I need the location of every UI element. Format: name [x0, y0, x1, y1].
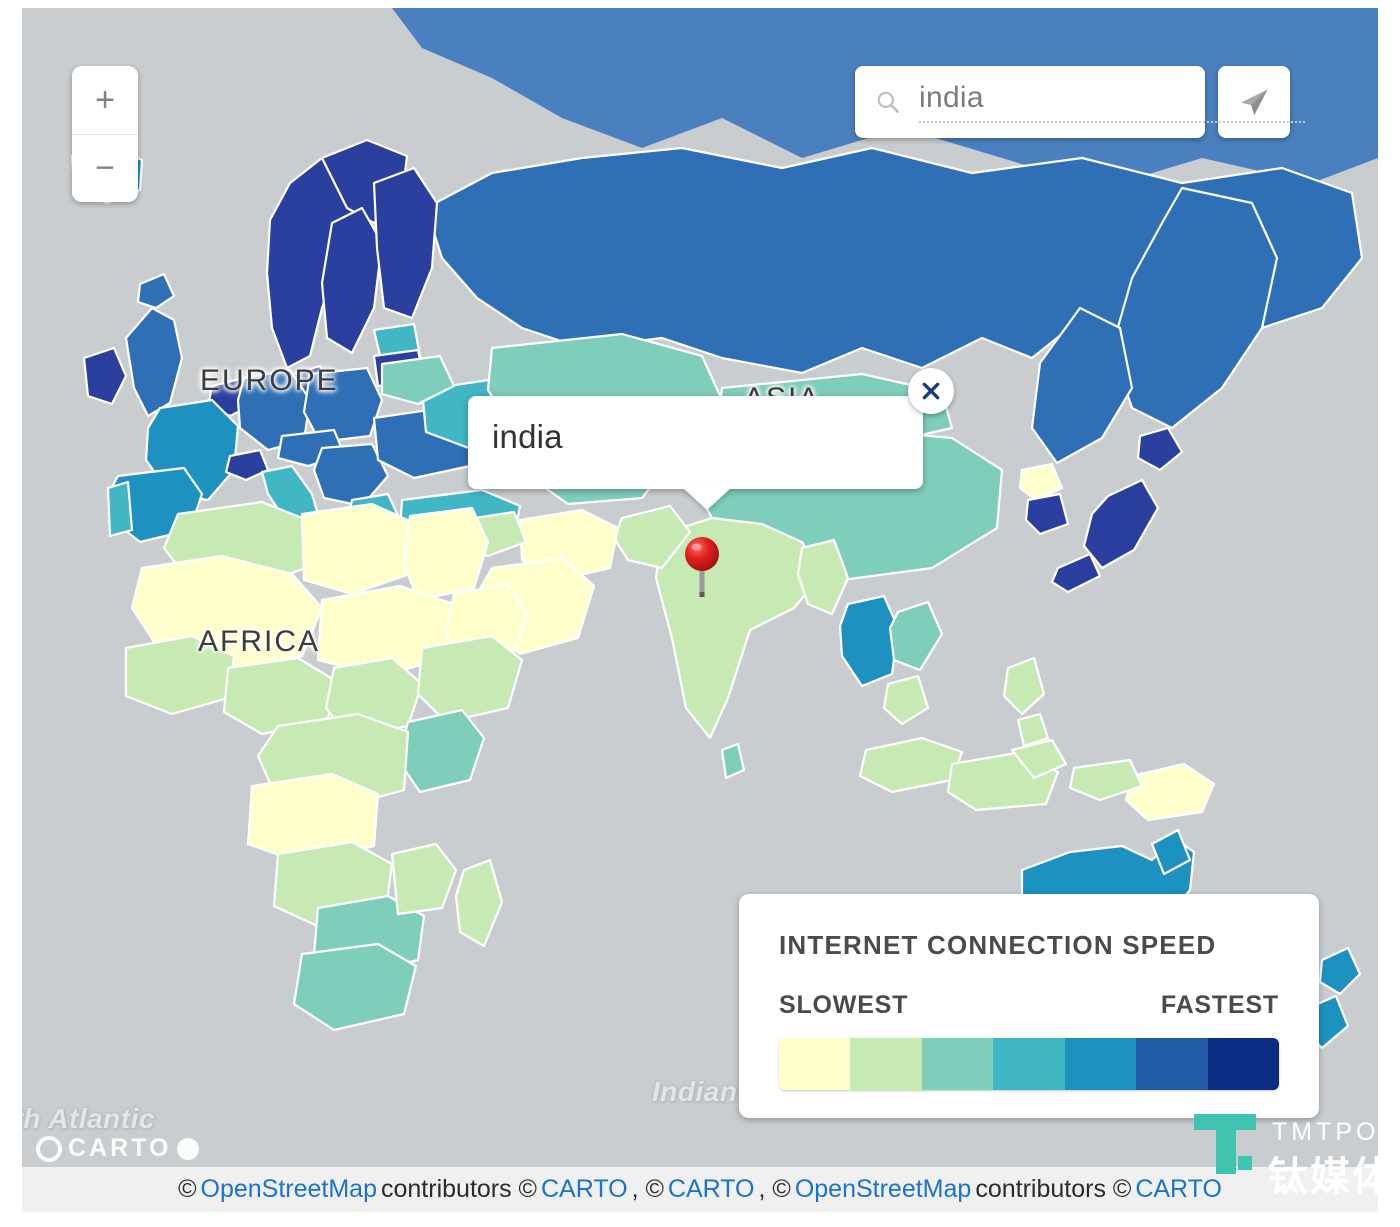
map-pin-marker[interactable]	[684, 536, 720, 598]
attribution-link[interactable]: OpenStreetMap	[201, 1175, 378, 1204]
popup-content-text: india	[492, 418, 563, 455]
attribution-text: contributors ©	[975, 1175, 1132, 1203]
legend-min-label: SLOWEST	[779, 991, 909, 1019]
map-legend: INTERNET CONNECTION SPEED SLOWEST FASTES…	[739, 894, 1319, 1118]
popup-close-button[interactable]	[908, 368, 954, 414]
search-bar[interactable]	[855, 66, 1305, 138]
zoom-out-button[interactable]: −	[72, 134, 138, 202]
zoom-control[interactable]: + −	[72, 66, 138, 202]
legend-swatch-3	[921, 1038, 994, 1090]
attribution-link[interactable]: OpenStreetMap	[795, 1175, 972, 1204]
attribution-text: , ©	[631, 1175, 664, 1203]
legend-swatch-2	[850, 1038, 922, 1090]
attribution-link[interactable]: CARTO	[541, 1175, 628, 1204]
search-box[interactable]	[855, 66, 1305, 138]
search-icon	[877, 91, 900, 114]
attribution-text: contributors ©	[381, 1175, 537, 1203]
legend-color-scale	[779, 1038, 1279, 1090]
map-popup[interactable]: india	[468, 368, 954, 510]
legend-max-label: FASTEST	[1160, 991, 1279, 1019]
search-input[interactable]	[919, 81, 1305, 123]
legend-swatch-6	[1136, 1038, 1208, 1090]
map-application: .c1{fill:#ffffcc}.c2{fill:#c7e9b4}.c3{fi…	[0, 0, 1400, 1227]
legend-swatch-7	[1207, 1038, 1279, 1090]
attribution-text: , ©	[758, 1175, 791, 1203]
popup-pointer-tip	[683, 488, 731, 510]
close-x-icon	[922, 382, 940, 400]
legend-end-labels: SLOWEST FASTEST	[779, 991, 1279, 1020]
legend-swatch-4	[993, 1038, 1065, 1090]
attribution-link[interactable]: CARTO	[668, 1175, 755, 1204]
legend-title: INTERNET CONNECTION SPEED	[779, 930, 1217, 960]
legend-swatch-5	[1064, 1038, 1137, 1090]
attribution-text: ©	[178, 1175, 197, 1203]
zoom-in-button[interactable]: +	[72, 66, 138, 135]
map-attribution-bar[interactable]: © OpenStreetMap contributors © CARTO, © …	[22, 1167, 1378, 1212]
legend-swatch-1	[779, 1038, 851, 1090]
attribution-link[interactable]: CARTO	[1135, 1175, 1222, 1204]
